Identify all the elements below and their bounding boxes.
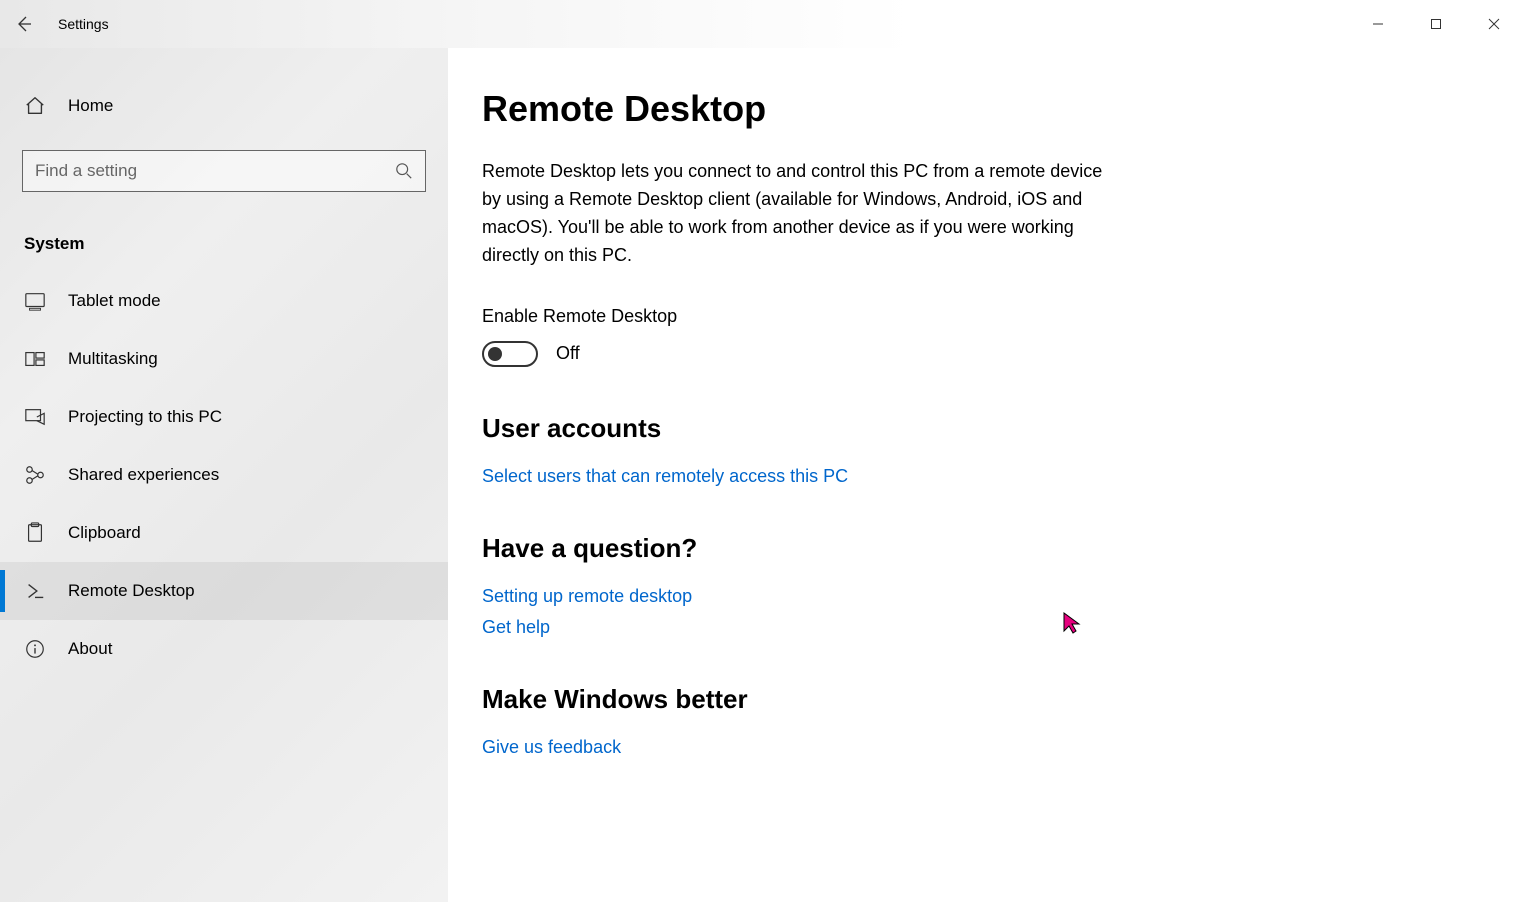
feedback-link[interactable]: Give us feedback [482, 737, 1463, 758]
home-icon [24, 95, 46, 117]
get-help-link[interactable]: Get help [482, 617, 1463, 638]
nav-label: About [68, 639, 112, 659]
sidebar-item-clipboard[interactable]: Clipboard [0, 504, 448, 562]
window-controls [1349, 0, 1523, 48]
enable-label: Enable Remote Desktop [482, 306, 1463, 327]
section-header: System [0, 192, 448, 272]
close-button[interactable] [1465, 0, 1523, 48]
question-section: Have a question? Setting up remote deskt… [482, 533, 1463, 638]
shared-icon [24, 464, 46, 486]
toggle-state-label: Off [556, 343, 580, 364]
nav-label: Tablet mode [68, 291, 161, 311]
back-button[interactable] [0, 0, 48, 48]
about-icon [24, 638, 46, 660]
make-better-heading: Make Windows better [482, 684, 1463, 715]
nav-label: Shared experiences [68, 465, 219, 485]
home-label: Home [68, 96, 113, 116]
sidebar-item-remote-desktop[interactable]: Remote Desktop [0, 562, 448, 620]
search-input[interactable] [35, 161, 395, 181]
search-icon [395, 162, 413, 180]
main-content: Remote Desktop Remote Desktop lets you c… [448, 48, 1523, 902]
page-description: Remote Desktop lets you connect to and c… [482, 158, 1112, 270]
remote-desktop-icon [24, 580, 46, 602]
app-title: Settings [48, 16, 109, 32]
search-box[interactable] [22, 150, 426, 192]
page-title: Remote Desktop [482, 88, 1463, 130]
tablet-icon [24, 290, 46, 312]
setup-link[interactable]: Setting up remote desktop [482, 586, 1463, 607]
sidebar-item-about[interactable]: About [0, 620, 448, 678]
user-accounts-section: User accounts Select users that can remo… [482, 413, 1463, 487]
search-container [0, 132, 448, 192]
question-heading: Have a question? [482, 533, 1463, 564]
close-icon [1488, 18, 1500, 30]
toggle-row: Off [482, 341, 1463, 367]
projecting-icon [24, 406, 46, 428]
nav-label: Remote Desktop [68, 581, 195, 601]
back-arrow-icon [14, 14, 34, 34]
user-accounts-heading: User accounts [482, 413, 1463, 444]
make-better-section: Make Windows better Give us feedback [482, 684, 1463, 758]
sidebar-item-multitasking[interactable]: Multitasking [0, 330, 448, 388]
maximize-button[interactable] [1407, 0, 1465, 48]
minimize-button[interactable] [1349, 0, 1407, 48]
nav-label: Clipboard [68, 523, 141, 543]
maximize-icon [1430, 18, 1442, 30]
minimize-icon [1372, 18, 1384, 30]
sidebar-item-shared-experiences[interactable]: Shared experiences [0, 446, 448, 504]
enable-remote-desktop-toggle[interactable] [482, 341, 538, 367]
multitasking-icon [24, 348, 46, 370]
sidebar-item-projecting[interactable]: Projecting to this PC [0, 388, 448, 446]
nav-label: Multitasking [68, 349, 158, 369]
titlebar: Settings [0, 0, 1523, 48]
clipboard-icon [24, 522, 46, 544]
select-users-link[interactable]: Select users that can remotely access th… [482, 466, 1463, 487]
sidebar: Home System Tablet mode Multitasking Pro… [0, 48, 448, 902]
nav-label: Projecting to this PC [68, 407, 222, 427]
toggle-knob [488, 347, 502, 361]
sidebar-item-tablet-mode[interactable]: Tablet mode [0, 272, 448, 330]
home-nav[interactable]: Home [0, 80, 448, 132]
